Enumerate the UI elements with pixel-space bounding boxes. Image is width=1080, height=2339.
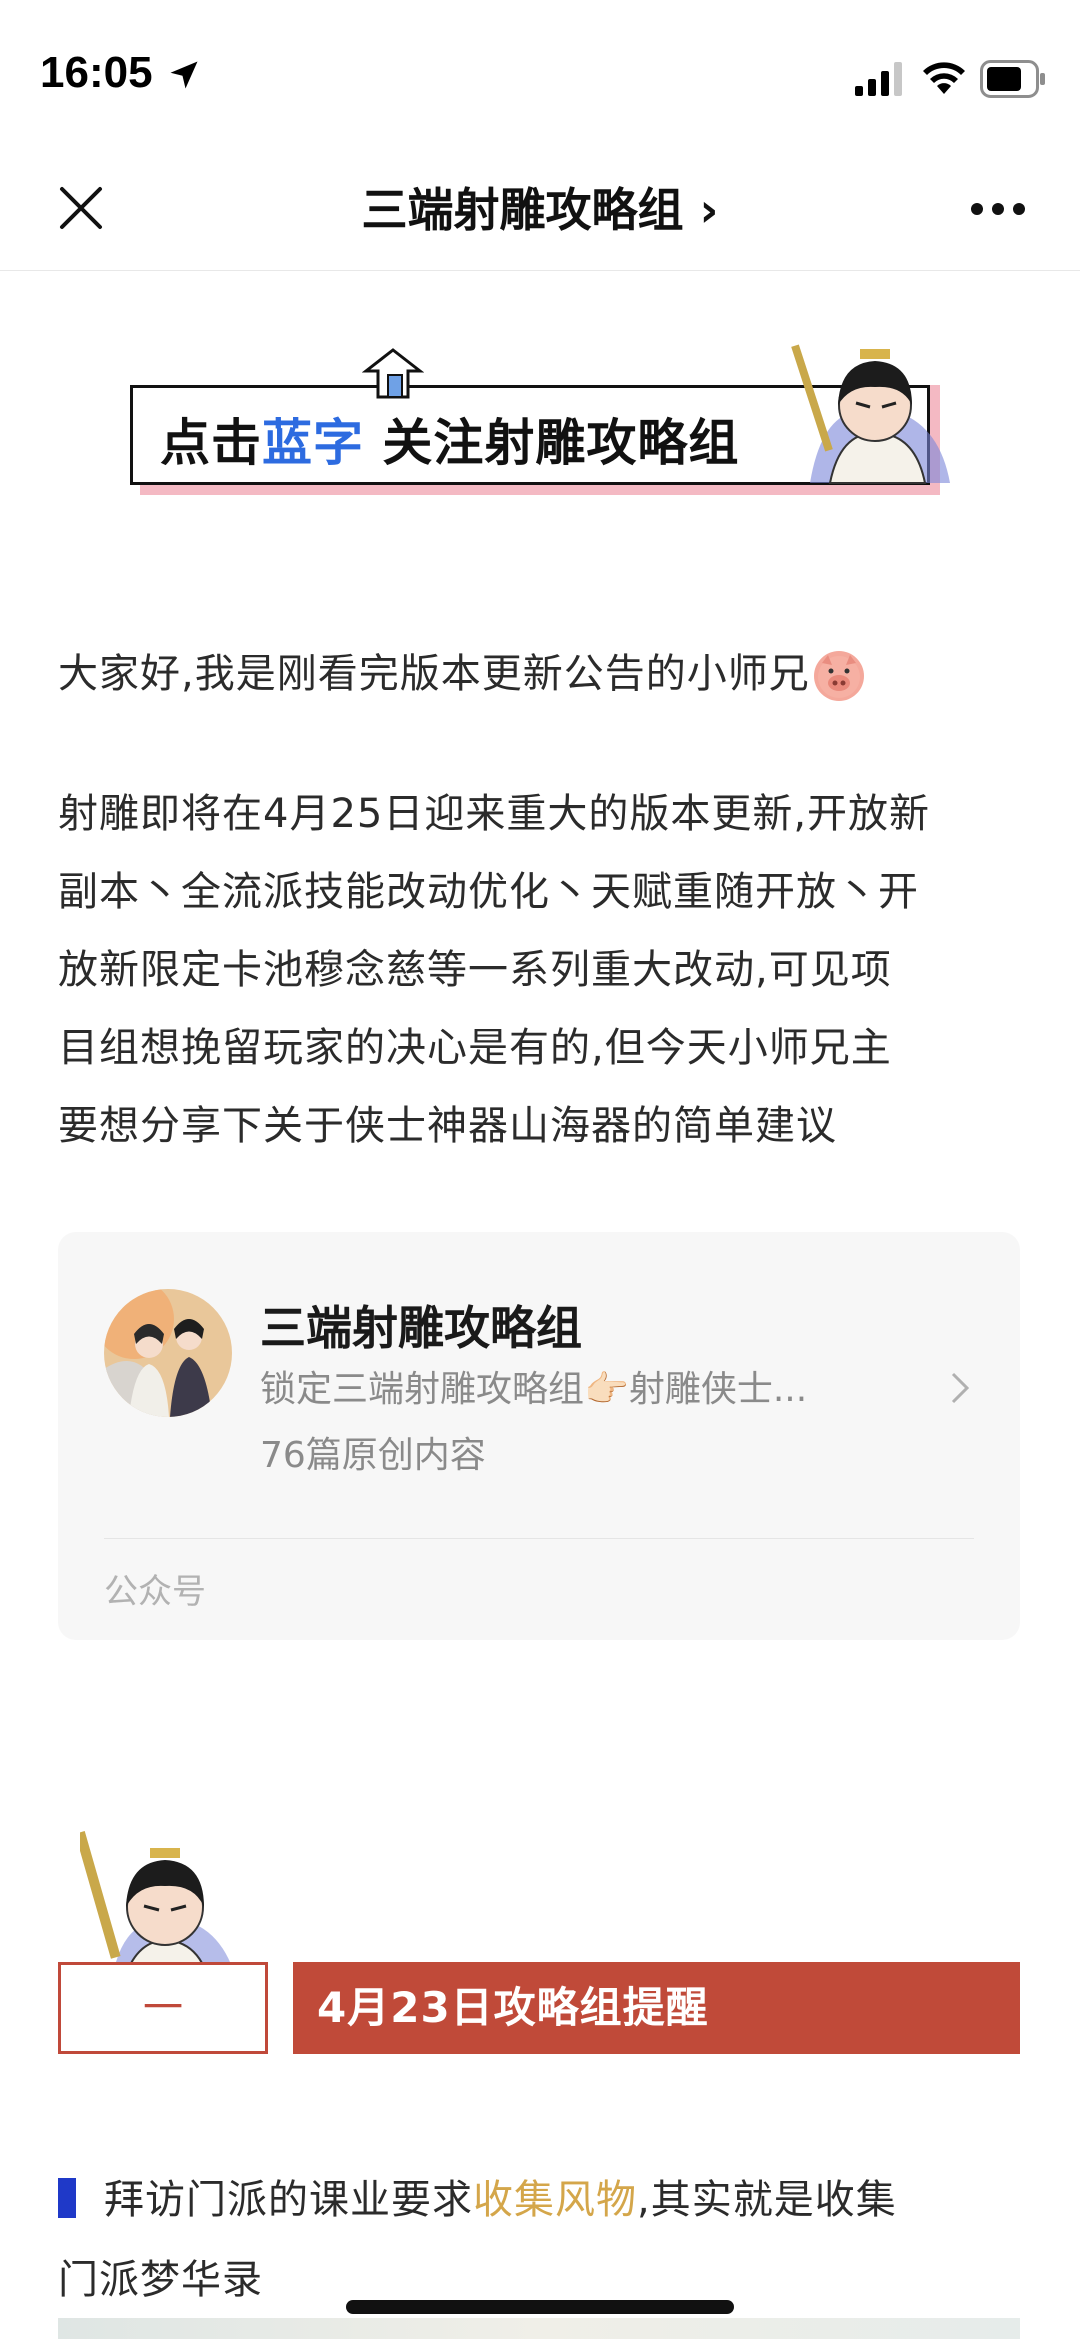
body-line: 目组想挽留玩家的决心是有的,但今天小师兄主	[58, 1025, 892, 1071]
account-name: 三端射雕攻略组	[260, 1301, 582, 1355]
intro-text: 大家好,我是刚看完版本更新公告的小师兄	[58, 651, 810, 697]
intro-paragraph: 大家好,我是刚看完版本更新公告的小师兄	[58, 635, 1028, 713]
house-arrow-icon	[362, 348, 424, 399]
status-time: 16:05	[40, 48, 153, 97]
wifi-icon	[923, 62, 965, 94]
account-description: 锁定三端射雕攻略组👉🏻射雕侠士...	[260, 1369, 808, 1410]
banner-text-part3: 关注射雕攻略组	[364, 414, 740, 472]
chevron-right-icon	[951, 1372, 970, 1404]
article-image	[58, 2318, 1020, 2339]
cellular-signal-icon	[855, 62, 902, 96]
section-title: 4月23日攻略组提醒	[293, 1962, 1020, 2054]
pig-face-icon	[813, 651, 864, 701]
account-avatar	[104, 1289, 232, 1417]
body-line: 副本丶全流派技能改动优化丶天赋重随开放丶开	[58, 869, 919, 915]
battery-icon	[980, 60, 1045, 98]
divider	[104, 1538, 974, 1539]
status-bar: 16:05	[0, 0, 1080, 150]
chibi-character-icon	[791, 344, 950, 484]
body-line: 放新限定卡池穆念慈等一系列重大改动,可见项	[58, 947, 892, 993]
more-options-icon[interactable]	[970, 202, 1026, 216]
tip-prefix: 拜访门派的课业要求	[104, 2177, 473, 2223]
tip-paragraph: 拜访门派的课业要求收集风物,其实就是收集 门派梦华录	[58, 2160, 1028, 2320]
tip-suffix: ,其实就是收集	[637, 2177, 897, 2223]
follow-banner[interactable]: 点击蓝字 关注射雕攻略组	[130, 344, 950, 505]
nav-bar: 三端射雕攻略组 ›	[0, 150, 1080, 271]
tip-highlight: 收集风物	[473, 2177, 637, 2223]
original-count: 76篇原创内容	[260, 1435, 486, 1476]
location-arrow-icon	[170, 61, 198, 89]
body-line: 射雕即将在4月25日迎来重大的版本更新,开放新	[58, 791, 931, 837]
banner-text: 点击蓝字 关注射雕攻略组	[160, 403, 739, 475]
body-paragraph: 射雕即将在4月25日迎来重大的版本更新,开放新 副本丶全流派技能改动优化丶天赋重…	[58, 775, 1028, 1165]
home-indicator[interactable]	[346, 2300, 734, 2314]
section-number: 一	[58, 1962, 268, 2054]
body-line: 要想分享下关于侠士神器山海器的简单建议	[58, 1103, 837, 1149]
tip-line2: 门派梦华录	[58, 2257, 263, 2303]
banner-text-blue: 蓝字	[262, 414, 364, 472]
account-card[interactable]: 三端射雕攻略组 锁定三端射雕攻略组👉🏻射雕侠士... 76篇原创内容 公众号	[58, 1232, 1020, 1640]
blue-marker	[58, 2178, 76, 2218]
account-title-link[interactable]: 三端射雕攻略组 ›	[0, 174, 1080, 240]
account-type: 公众号	[104, 1572, 206, 1612]
banner-text-part1: 点击	[160, 414, 262, 472]
